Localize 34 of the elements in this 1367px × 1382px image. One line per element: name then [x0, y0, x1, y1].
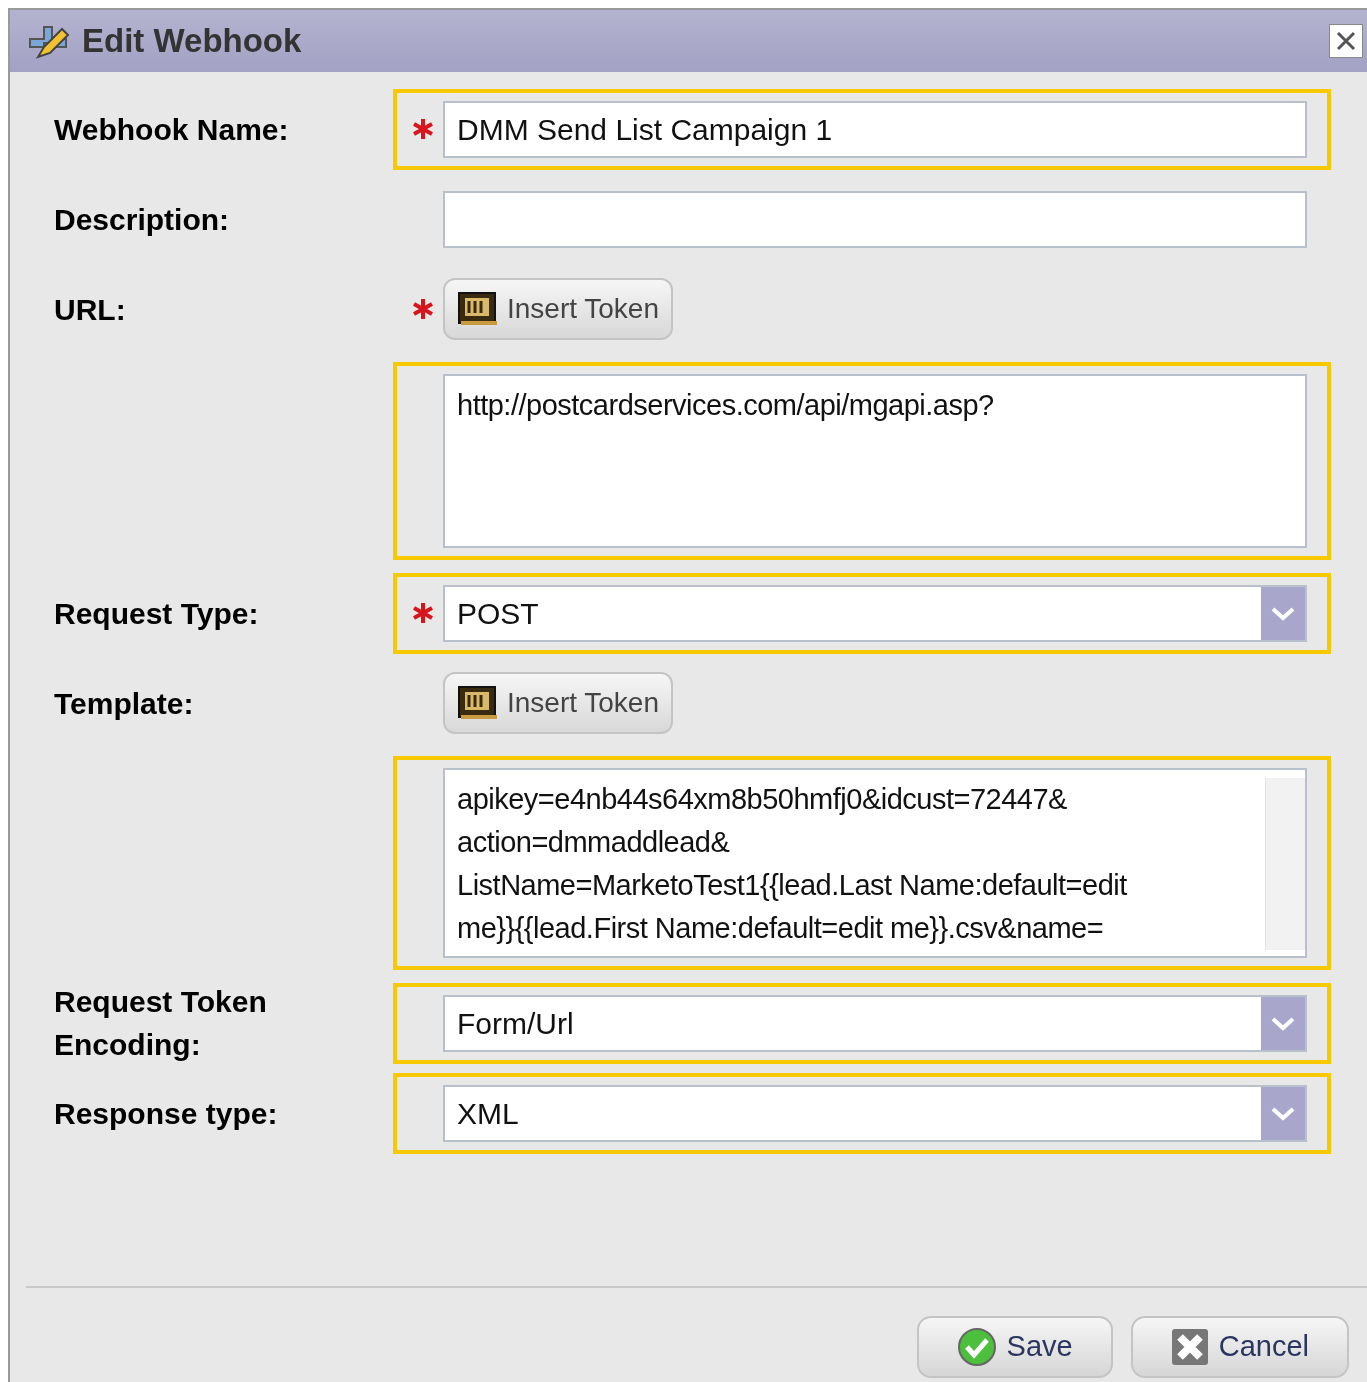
field-label: Webhook Name: [54, 111, 290, 148]
field-label: Description: [54, 201, 231, 238]
text-line: me}}{{lead.First Name:default=edit me}}.csv&name= [457, 911, 1105, 946]
token-icon [457, 685, 499, 721]
save-button[interactable]: Save [916, 1316, 1113, 1378]
field-label: Template: [54, 685, 195, 722]
input-field[interactable] [443, 190, 1307, 248]
field-label: Response type: [54, 1095, 279, 1132]
dropdown[interactable]: Form/Url [443, 994, 1307, 1052]
window-title: Edit Webhook [82, 21, 303, 62]
cancel-button[interactable]: Cancel [1130, 1316, 1349, 1378]
close-icon [1335, 30, 1357, 52]
field-label: Request Type: [54, 595, 260, 632]
close-icon [1170, 1328, 1209, 1366]
dropdown[interactable]: POST [443, 584, 1307, 642]
check-icon [956, 1327, 997, 1367]
field-label: URL: [54, 291, 127, 328]
dropdown[interactable]: XML [443, 1084, 1307, 1142]
insert-token-button[interactable]: Insert Token [443, 278, 674, 340]
close-button[interactable] [1329, 24, 1363, 58]
chevron-icon[interactable] [1261, 586, 1305, 640]
chevron-icon[interactable] [1261, 996, 1305, 1050]
insert-token-button[interactable]: Insert Token [443, 672, 674, 734]
scrollbar[interactable] [1265, 778, 1305, 950]
text-area[interactable]: http://postcardservices.com/api/mgapi.asp? [443, 374, 1307, 548]
chevron-icon[interactable] [1261, 1086, 1305, 1140]
text-area[interactable]: apikey=e4nb44s64xm8b50hmfj0&idcust=72447& action=dmmaddlead& ListName=MarketoTest1{{lead.Last Name:default=edit me}}{{lead.First Name:default=edit me}}.csv&name= [443, 768, 1307, 958]
text-line: http://postcardservices.com/api/mgapi.asp? [457, 388, 995, 423]
input-field[interactable]: DMM Send List Campaign 1 [443, 100, 1307, 158]
text-line: ListName=MarketoTest1{{lead.Last Name:default=edit [457, 868, 1128, 903]
text-line: action=dmmaddlead& [457, 825, 731, 860]
text-line: apikey=e4nb44s64xm8b50hmfj0&idcust=72447& [457, 782, 1068, 817]
field-label: Request Token Encoding: [54, 984, 268, 1063]
token-icon [457, 291, 499, 327]
